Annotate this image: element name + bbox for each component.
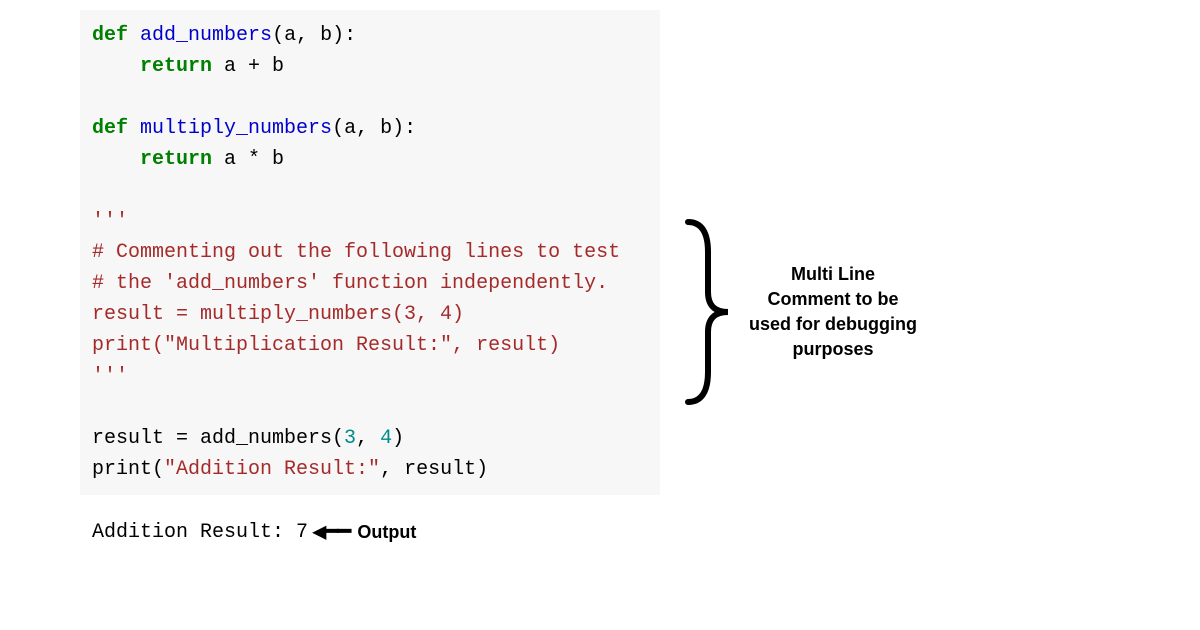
function-name-multiply: multiply_numbers bbox=[140, 117, 332, 140]
params-add: (a, b): bbox=[272, 24, 356, 47]
comma: , bbox=[356, 427, 380, 450]
expr-multiply: a * b bbox=[212, 148, 284, 171]
result-assign: result = add_numbers( bbox=[92, 427, 344, 450]
commented-code-2: print("Multiplication Result:", result) bbox=[92, 334, 560, 357]
function-name-add: add_numbers bbox=[140, 24, 272, 47]
commented-code-1: result = multiply_numbers(3, 4) bbox=[92, 303, 464, 326]
print-call: print( bbox=[92, 458, 164, 481]
print-string: "Addition Result:" bbox=[164, 458, 380, 481]
triple-quote-close: ''' bbox=[92, 365, 128, 388]
print-rest: , result) bbox=[380, 458, 488, 481]
keyword-return: return bbox=[140, 55, 212, 78]
triple-quote-open: ''' bbox=[92, 210, 128, 233]
arg-3: 3 bbox=[344, 427, 356, 450]
keyword-def: def bbox=[92, 24, 128, 47]
curly-brace-icon bbox=[678, 212, 738, 412]
output-label: Output bbox=[357, 522, 416, 543]
arrow-left-icon: ◀━━ bbox=[312, 517, 349, 547]
annotation-label: Multi Line Comment to be used for debugg… bbox=[748, 262, 918, 363]
keyword-def: def bbox=[92, 117, 128, 140]
comment-line-1: # Commenting out the following lines to … bbox=[92, 241, 620, 264]
expr-add: a + b bbox=[212, 55, 284, 78]
keyword-return: return bbox=[140, 148, 212, 171]
arg-4: 4 bbox=[380, 427, 392, 450]
output-text: Addition Result: 7 bbox=[92, 521, 308, 544]
close-paren: ) bbox=[392, 427, 404, 450]
comment-line-2: # the 'add_numbers' function independent… bbox=[92, 272, 608, 295]
code-block: def add_numbers(a, b): return a + b def … bbox=[80, 10, 660, 495]
output-section: Addition Result: 7 ◀━━ Output bbox=[92, 517, 1200, 547]
params-multiply: (a, b): bbox=[332, 117, 416, 140]
brace-annotation: Multi Line Comment to be used for debugg… bbox=[678, 212, 918, 412]
code-content: def add_numbers(a, b): return a + b def … bbox=[80, 10, 660, 495]
